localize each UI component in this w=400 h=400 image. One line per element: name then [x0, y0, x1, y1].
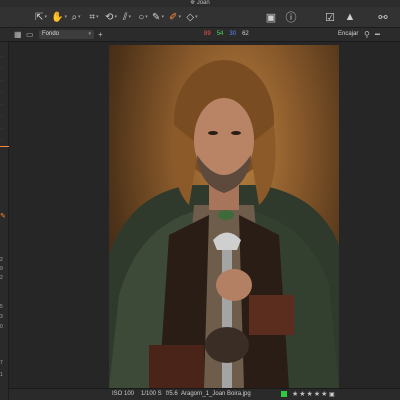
panel-accent-divider	[0, 146, 9, 147]
chevron-down-icon: ▾	[128, 14, 131, 20]
panel-dot-icon: ·	[1, 54, 3, 60]
chevron-down-icon: ▾	[64, 14, 67, 20]
left-tool-panel: · · · · · · · · ✎ 2 9 2 5 3 0 7 1	[0, 42, 9, 400]
panel-value: 0	[0, 324, 3, 330]
compare-icon[interactable]: ☑	[322, 10, 338, 24]
window-titlebar: ⛯ Joan	[0, 0, 400, 7]
color-picker-tool-icon: ✎	[152, 11, 161, 23]
portrait-illustration	[109, 60, 339, 388]
aperture-value: f/5.6	[166, 391, 178, 397]
panel-dot-icon: ·	[1, 78, 3, 84]
select-tool-icon: ⇱	[35, 11, 44, 23]
chevron-down-icon: ▾	[114, 14, 117, 20]
rgb-blue-value: 30	[229, 31, 237, 37]
panel-value: 7	[0, 360, 3, 366]
spot-removal-tool-icon[interactable]: ○ ▾	[135, 10, 151, 24]
crop-tool-icon: ⌗	[89, 11, 96, 23]
zoom-bar-icon[interactable]: ━	[375, 30, 380, 39]
panel-value: 2	[0, 275, 3, 281]
image-status-bar: ISO 100 1/100 S f/5.6 Aragorn_1_Joan Boi…	[9, 388, 400, 400]
eraser-tool-icon: ◇	[186, 11, 195, 23]
star-rating[interactable]: ★★★★★	[292, 390, 328, 398]
panel-value: 5	[0, 304, 3, 310]
spot-removal-tool-icon: ○	[138, 11, 145, 23]
eraser-tool-icon[interactable]: ◇ ▾	[184, 10, 200, 24]
panel-value: 9	[0, 266, 3, 272]
rgb-readout: 89 54 30 62	[204, 31, 249, 37]
chevron-down-icon: ▾	[178, 14, 181, 20]
panel-dot-icon: ·	[1, 66, 3, 72]
shutter-value: 1/100 S	[141, 391, 162, 397]
single-view-icon[interactable]: ▭	[26, 30, 34, 39]
exposure-warning-icon[interactable]: ▲	[342, 10, 358, 24]
grid-view-icon[interactable]: ▦	[14, 30, 22, 39]
rgb-green-value: 54	[216, 31, 224, 37]
panel-value: 1	[0, 372, 3, 378]
image-viewer[interactable]	[9, 42, 400, 388]
select-tool-icon[interactable]: ⇱ ▾	[33, 10, 49, 24]
chevron-down-icon: ▾	[161, 14, 164, 20]
rgb-luminance-value: 62	[242, 31, 249, 37]
chevron-down-icon: ▾	[88, 31, 91, 37]
panel-dot-icon: ·	[1, 90, 3, 96]
brush-tool-icon: ✐	[169, 11, 178, 23]
viewer-options-bar: ▦ ▭ Fondo ▾ + 89 54 30 62 Encajar ⚲ ━	[0, 28, 400, 42]
crop-tool-icon[interactable]: ⌗ ▾	[86, 10, 102, 24]
pan-tool-icon: ✋	[51, 11, 64, 23]
window-title: Joan	[196, 0, 210, 6]
chevron-down-icon: ▾	[195, 14, 198, 20]
main-toolbar: ⇱ ▾ ✋ ▾ ⌕ ▾ ⌗ ▾ ⟲ ▾ ⫽ ▾ ○ ▾ ✎ ▾ ✐ ▾ ◇ ▾ ▣ ⓘ ☑ ▲ ⚯	[0, 7, 400, 28]
portrait-photo[interactable]	[109, 45, 339, 388]
chevron-down-icon: ▾	[145, 14, 148, 20]
zoom-tool-icon: ⌕	[71, 11, 78, 23]
chevron-down-icon: ▾	[78, 14, 81, 20]
rgb-red-value: 89	[204, 31, 211, 37]
keystone-tool-icon[interactable]: ⫽ ▾	[119, 10, 135, 24]
brush-tool-icon[interactable]: ✐ ▾	[167, 10, 183, 24]
keystone-tool-icon: ⫽	[123, 11, 128, 23]
iso-value: ISO 100	[112, 391, 135, 397]
add-icon[interactable]: +	[98, 30, 103, 39]
viewer-toggle-icon[interactable]: ▣	[263, 10, 279, 24]
zoom-fit-label[interactable]: Encajar	[338, 31, 358, 37]
panel-dot-icon: ·	[1, 114, 3, 120]
view-select-value: Fondo	[42, 31, 60, 37]
flag-icon[interactable]: ▣	[329, 391, 335, 398]
chevron-down-icon: ▾	[44, 14, 47, 20]
panel-value: 3	[0, 314, 3, 320]
pan-tool-icon[interactable]: ✋ ▾	[51, 10, 67, 24]
rotate-tool-icon: ⟲	[105, 11, 114, 23]
color-tag-swatch[interactable]	[281, 391, 287, 397]
view-select[interactable]: Fondo ▾	[39, 30, 94, 39]
zoom-slider-icon[interactable]: ⚲	[364, 30, 370, 39]
zoom-tool-icon[interactable]: ⌕ ▾	[68, 10, 84, 24]
panel-dot-icon: ·	[1, 102, 3, 108]
rotate-tool-icon[interactable]: ⟲ ▾	[103, 10, 119, 24]
chevron-down-icon: ▾	[96, 14, 99, 20]
info-icon[interactable]: ⓘ	[283, 10, 299, 24]
filename: Aragorn_1_Joan Boira.jpg	[181, 391, 251, 397]
panel-dot-icon: ·	[1, 138, 3, 144]
color-picker-tool-icon[interactable]: ✎ ▾	[150, 10, 166, 24]
panel-dot-icon: ·	[1, 126, 3, 132]
panel-value: 2	[0, 257, 3, 263]
brush-icon[interactable]: ✎	[0, 212, 6, 220]
proof-glasses-icon[interactable]: ⚯	[372, 10, 394, 24]
